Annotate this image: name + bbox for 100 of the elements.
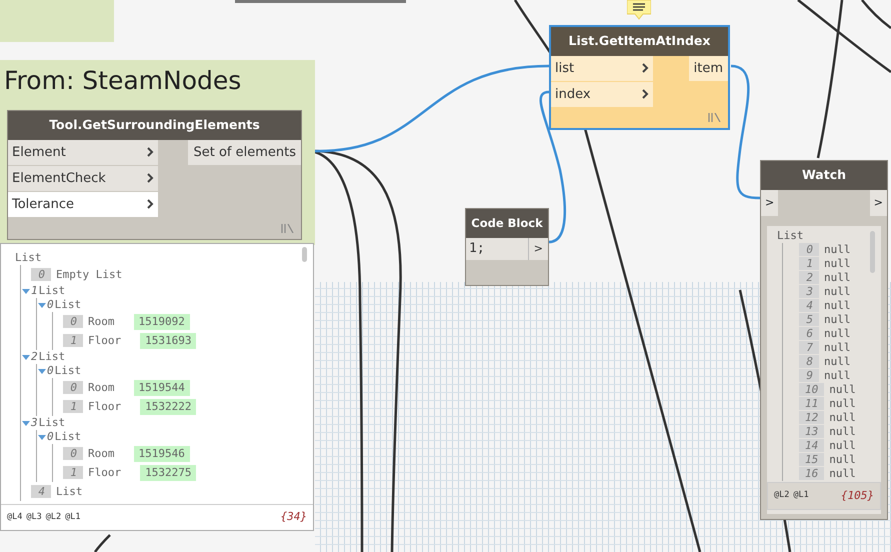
group-title: From: SteamNodes: [3, 65, 242, 97]
input-port[interactable]: ElementCheck: [8, 166, 158, 191]
list-index: 5: [799, 313, 819, 326]
list-index: 10: [799, 383, 824, 396]
list-index: 4: [799, 299, 819, 312]
item-label: Empty List: [56, 268, 122, 282]
item-label: null: [824, 298, 850, 313]
output-port[interactable]: >: [870, 190, 887, 216]
output-port[interactable]: item: [688, 56, 728, 81]
expand-icon[interactable]: [22, 354, 30, 360]
element-id: 1532222: [140, 398, 196, 414]
item-label: null: [824, 256, 850, 271]
level-label[interactable]: @L2: [46, 511, 62, 524]
node[interactable]: List.GetItemAtIndex list index item: [549, 25, 730, 130]
node[interactable]: Tool.GetSurroundingElements Element ElementCheck Tolerance Set of elements: [7, 110, 302, 240]
item-label: null: [829, 424, 856, 439]
input-port[interactable]: Element: [8, 140, 158, 165]
list-index: 1: [63, 400, 83, 413]
list-index: 9: [799, 369, 819, 382]
item-label: null: [829, 396, 856, 411]
scrollbar-thumb[interactable]: [870, 230, 875, 273]
list-index: 0: [63, 447, 83, 460]
list-index: 2: [799, 271, 819, 284]
chevron-icon: [146, 147, 154, 158]
expand-icon[interactable]: [22, 420, 30, 426]
list-index: 0: [47, 430, 54, 444]
chevron-icon: [146, 199, 154, 210]
code-field[interactable]: 1;: [466, 238, 529, 260]
output-port[interactable]: Set of elements: [188, 140, 301, 165]
item-label: null: [824, 284, 850, 299]
item-label: Room: [88, 446, 114, 460]
item-label: null: [829, 466, 856, 481]
list-index: 0: [63, 315, 83, 328]
node-title: Code Block: [466, 209, 548, 238]
input-port[interactable]: Tolerance: [8, 192, 158, 217]
item-label: null: [829, 438, 856, 453]
input-port[interactable]: >: [761, 190, 778, 216]
item-label: null: [824, 326, 850, 341]
item-label: List: [38, 416, 66, 430]
expand-icon[interactable]: [38, 302, 46, 308]
list-index: 8: [799, 355, 819, 368]
item-label: null: [829, 382, 856, 397]
list-index: 11: [799, 397, 824, 410]
item-count: {34}: [280, 509, 307, 526]
item-label: null: [824, 270, 850, 285]
expand-icon[interactable]: [38, 368, 46, 374]
list-index: 1: [63, 466, 83, 479]
list-index: 0: [31, 268, 51, 281]
level-label[interactable]: @L3: [26, 511, 42, 524]
list-index: 0: [799, 243, 819, 256]
item-label: null: [829, 452, 856, 467]
chevron-icon: [146, 173, 154, 184]
node[interactable]: Watch > > List 0 null 1 null 2 null 3 null 4 null 5 null 6 null 7 null 8 null 9 null 10 null 11 null 12 null 13 null 14 null 15 null 16 null @L2 @L1 {105}: [760, 160, 888, 520]
item-label: null: [824, 354, 850, 369]
node-title: List.GetItemAtIndex: [551, 27, 728, 56]
expand-icon[interactable]: [22, 288, 30, 294]
item-count: {105}: [840, 488, 874, 504]
chevron-icon: [641, 89, 649, 100]
item-label: Floor: [88, 400, 122, 414]
list-index: 0: [47, 364, 54, 378]
list-index: 0: [47, 298, 54, 312]
item-label: Floor: [88, 334, 122, 348]
item-label: null: [824, 242, 850, 257]
list-index: 7: [799, 341, 819, 354]
element-id: 1531693: [140, 332, 196, 348]
item-label: List: [38, 284, 66, 298]
item-label: null: [824, 312, 850, 327]
level-label[interactable]: @L1: [65, 511, 80, 524]
expand-icon[interactable]: [38, 434, 46, 440]
scrollbar-thumb[interactable]: [302, 247, 307, 262]
element-id: 1532275: [140, 464, 196, 480]
item-label: null: [824, 340, 850, 355]
level-label[interactable]: @L1: [793, 489, 809, 502]
item-label: Room: [88, 380, 114, 394]
list-index: 6: [799, 327, 819, 340]
list-index: 2: [31, 350, 38, 364]
wire: [94, 534, 111, 552]
node[interactable]: Code Block 1; >: [465, 208, 549, 286]
node-title: Tool.GetSurroundingElements: [8, 111, 301, 140]
input-port[interactable]: list: [551, 56, 653, 81]
lacing-icon[interactable]: [281, 224, 295, 233]
element-id: 1519544: [134, 380, 190, 396]
level-label[interactable]: @L4: [7, 511, 22, 524]
lacing-icon[interactable]: [708, 113, 722, 122]
input-port[interactable]: index: [551, 82, 653, 107]
list-index: 12: [799, 411, 824, 424]
list-index: 1: [31, 284, 38, 298]
element-id: 1519546: [134, 446, 190, 462]
item-label: null: [824, 368, 850, 383]
list-index: 4: [31, 485, 51, 498]
node-title: Watch: [761, 161, 887, 190]
item-label: List: [38, 350, 66, 364]
list-label: List: [777, 228, 804, 243]
output-port[interactable]: >: [528, 238, 548, 260]
list-index: 15: [799, 453, 824, 466]
list-index: 13: [799, 425, 824, 438]
item-label: null: [829, 410, 856, 425]
note-icon[interactable]: [627, 0, 651, 20]
level-label[interactable]: @L2: [774, 489, 790, 502]
list-index: 3: [31, 416, 38, 430]
